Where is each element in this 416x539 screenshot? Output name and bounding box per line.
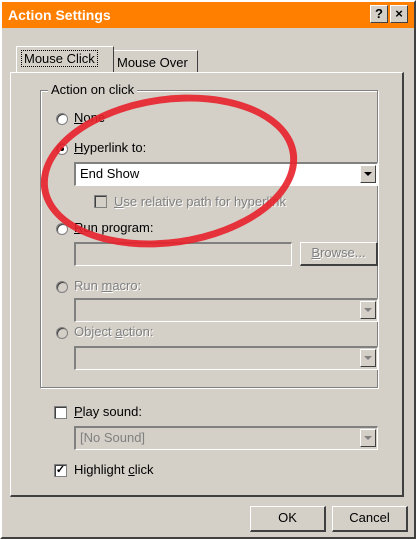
object-action-radio[interactable] [56,327,68,339]
help-button[interactable]: ? [370,5,388,23]
action-group-label: Action on click [48,82,138,97]
run-macro-dropdown-button[interactable] [360,301,376,319]
tab-mouse-over-label: Mouse Over [117,55,188,70]
play-sound-value: [No Sound] [80,430,146,445]
action-settings-dialog: Action Settings ? × Mouse Click Mouse Ov… [0,0,416,539]
title-bar[interactable]: Action Settings ? × [2,2,414,28]
tab-mouse-over[interactable]: Mouse Over [112,50,198,72]
chevron-down-icon [364,172,372,176]
highlight-click-checkbox[interactable]: ✓ [54,464,67,477]
highlight-click-label[interactable]: Highlight click [74,462,153,477]
object-action-dropdown-button[interactable] [360,349,376,367]
dialog-title: Action Settings [8,7,111,23]
chevron-down-icon [364,356,372,360]
run-program-field[interactable] [74,242,292,266]
run-macro-label: Run macro: [74,278,142,293]
run-macro-dropdown[interactable] [74,298,378,322]
object-action-label: Object action: [74,324,154,339]
cancel-button[interactable]: Cancel [332,506,408,532]
ok-button-label: OK [278,510,297,525]
checkmark-icon: ✓ [55,464,66,476]
play-sound-checkbox[interactable] [54,406,67,419]
close-icon: × [395,6,403,21]
none-radio[interactable] [56,113,68,125]
chevron-down-icon [364,436,372,440]
play-sound-dropdown[interactable]: [No Sound] [74,426,378,450]
tab-mouse-click-label: Mouse Click [21,50,98,67]
play-sound-dropdown-button[interactable] [360,429,376,447]
tab-mouse-click[interactable]: Mouse Click [16,46,114,72]
help-icon: ? [375,6,383,21]
play-sound-label[interactable]: Play sound: [74,404,142,419]
chevron-down-icon [364,308,372,312]
run-macro-radio[interactable] [56,281,68,293]
browse-button[interactable]: Browse... [300,242,378,266]
cancel-button-label: Cancel [349,510,390,525]
object-action-dropdown[interactable] [74,346,378,370]
hyperlink-dropdown-button[interactable] [360,165,376,183]
ok-button[interactable]: OK [250,506,326,532]
close-button[interactable]: × [390,5,408,23]
